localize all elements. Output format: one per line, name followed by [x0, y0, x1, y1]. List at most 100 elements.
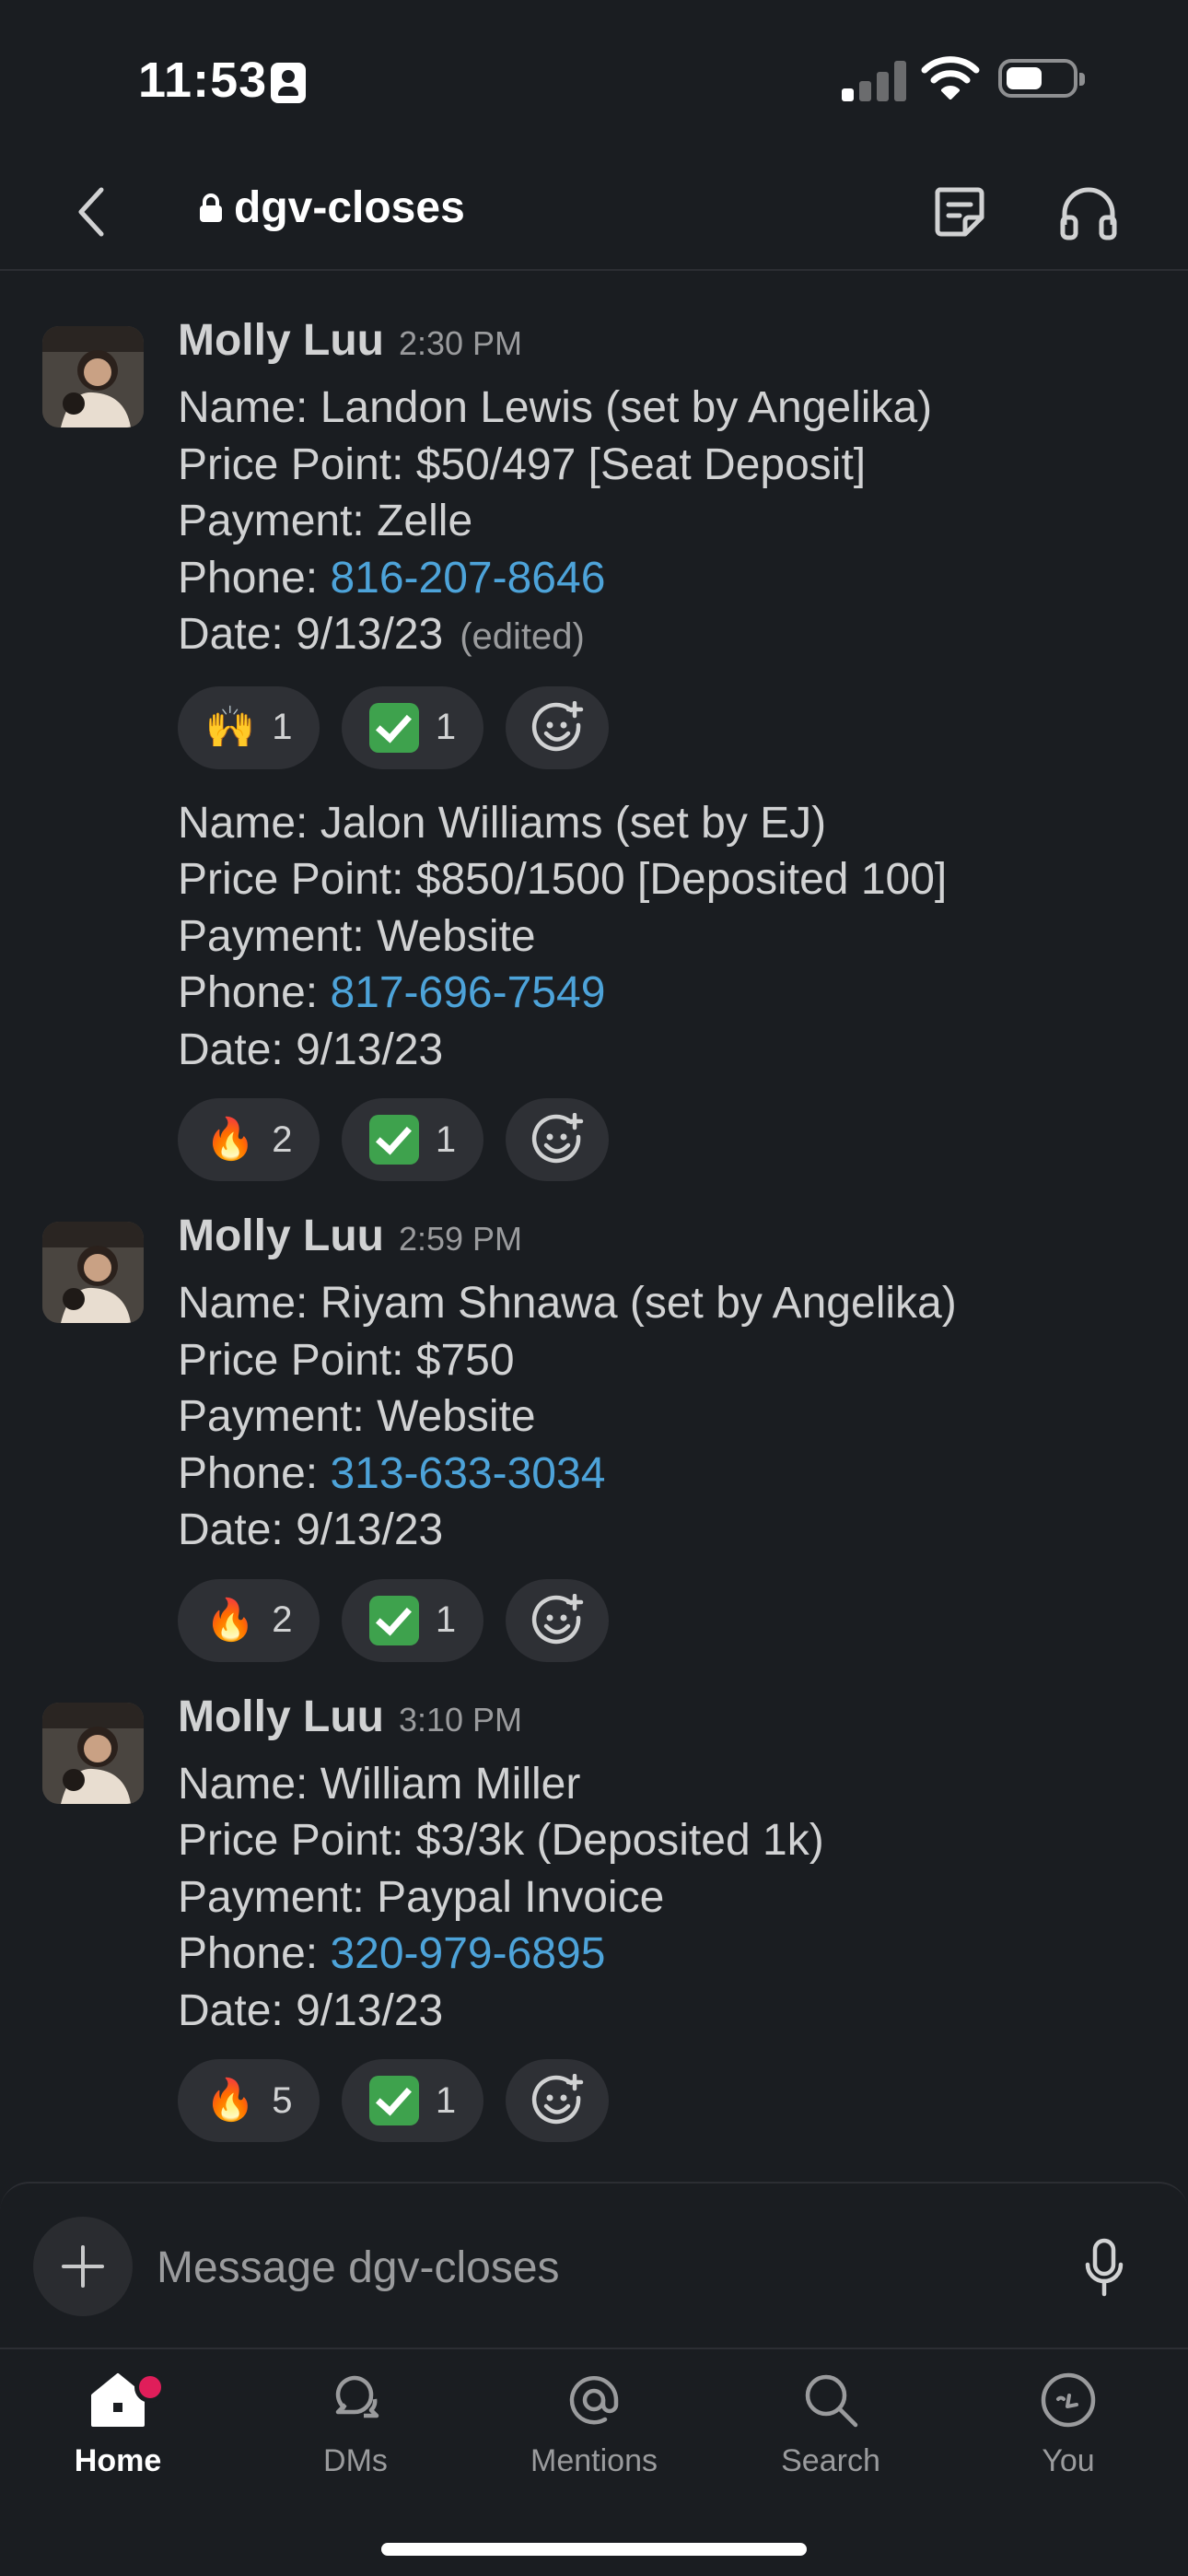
attach-plus-button[interactable] — [33, 2217, 133, 2316]
message-input[interactable] — [155, 2233, 1061, 2301]
tab-you[interactable]: You — [976, 2368, 1160, 2515]
phone-line: Phone: 313-633-3034 — [178, 1446, 1188, 1503]
back-chevron-icon[interactable] — [64, 177, 120, 247]
channel-header: dgv-closes — [0, 157, 1188, 271]
add-reaction-button[interactable] — [506, 1098, 609, 1181]
reaction-count: 1 — [272, 707, 293, 747]
message[interactable]: Molly Luu 3:10 PM Name: William Miller P… — [0, 1658, 1188, 2145]
headphones-icon[interactable] — [1054, 177, 1124, 247]
message-feed[interactable]: Molly Luu 2:30 PM Name: Landon Lewis (se… — [0, 282, 1188, 2144]
avatar[interactable] — [42, 1702, 144, 1804]
reaction-check[interactable]: 1 — [342, 685, 483, 769]
date-line: Date: 9/13/23 (edited) — [178, 606, 1188, 666]
lock-icon — [200, 193, 222, 222]
fire-icon: 🔥 — [204, 2077, 256, 2124]
channel-title[interactable]: dgv-closes — [199, 182, 465, 233]
reactions: 🔥 2 1 — [178, 1098, 1188, 1183]
dms-icon — [335, 2375, 379, 2418]
check-mark-icon — [368, 702, 419, 753]
canvas-icon[interactable] — [925, 177, 995, 247]
check-mark-icon — [368, 1115, 419, 1165]
raised-hands-icon: 🙌 — [204, 703, 256, 751]
check-mark-icon — [368, 1595, 419, 1645]
tab-mentions[interactable]: Mentions — [502, 2368, 686, 2515]
wifi-icon — [921, 56, 980, 100]
reaction-check[interactable]: 1 — [342, 1578, 483, 1662]
add-reaction-button[interactable] — [506, 2059, 609, 2142]
check-mark-icon — [368, 2076, 419, 2125]
add-reaction-button[interactable] — [506, 1578, 609, 1662]
message-line: Name: William Miller — [178, 1759, 581, 1809]
battery-icon — [998, 59, 1085, 98]
channel-name: dgv-closes — [234, 183, 465, 232]
message-line: Price Point: $750 — [178, 1335, 515, 1385]
reaction-count: 1 — [435, 1118, 457, 1160]
phone-link[interactable]: 816-207-8646 — [330, 554, 605, 603]
reaction-count: 1 — [435, 707, 457, 747]
reaction-fire[interactable]: 🔥 5 — [178, 2059, 320, 2142]
message[interactable]: Name: Jalon Williams (set by EJ) Price P… — [0, 771, 1188, 1184]
date-text: Date: 9/13/23 — [178, 610, 444, 659]
mentions-icon — [569, 2375, 619, 2425]
reactions: 🙌 1 1 — [178, 685, 1188, 771]
reactions: 🔥 5 1 — [178, 2059, 1188, 2144]
avatar[interactable] — [42, 326, 144, 427]
date-text: Date: 9/13/23 — [178, 1025, 444, 1074]
message-timestamp: 3:10 PM — [398, 1700, 523, 1739]
reaction-fire[interactable]: 🔥 2 — [178, 1578, 320, 1662]
reaction-count: 2 — [272, 1599, 293, 1640]
reaction-count: 1 — [435, 2079, 457, 2121]
reaction-raised-hands[interactable]: 🙌 1 — [178, 685, 320, 769]
fire-icon: 🔥 — [204, 1116, 256, 1163]
reaction-check[interactable]: 1 — [342, 2059, 483, 2142]
message[interactable]: Molly Luu 2:30 PM Name: Landon Lewis (se… — [0, 282, 1188, 771]
status-time: 11:53 — [138, 53, 268, 108]
tab-dms[interactable]: DMs — [263, 2368, 448, 2515]
add-reaction-button[interactable] — [506, 685, 609, 769]
add-emoji-icon — [531, 1113, 584, 1164]
tab-label: You — [1042, 2443, 1095, 2478]
reaction-check[interactable]: 1 — [342, 1098, 483, 1181]
bottom-tab-bar: Home DMs Mentions Search You — [0, 2348, 1188, 2576]
phone-link[interactable]: 817-696-7549 — [330, 968, 605, 1017]
message-author[interactable]: Molly Luu — [178, 1692, 384, 1742]
focus-badge-icon — [271, 63, 306, 103]
search-icon — [805, 2374, 858, 2428]
message-line: Payment: Paypal Invoice — [178, 1872, 665, 1922]
add-emoji-icon — [531, 700, 584, 751]
reaction-fire[interactable]: 🔥 2 — [178, 1098, 320, 1181]
date-text: Date: 9/13/23 — [178, 1985, 444, 2035]
tab-label: Mentions — [530, 2443, 658, 2478]
reaction-count: 5 — [272, 2079, 293, 2121]
status-bar: 11:53 — [0, 0, 1188, 157]
tab-search[interactable]: Search — [739, 2368, 923, 2515]
avatar[interactable] — [42, 1222, 144, 1323]
tab-label: DMs — [323, 2443, 388, 2478]
message-author[interactable]: Molly Luu — [178, 315, 384, 366]
add-emoji-icon — [531, 1593, 584, 1644]
home-indicator[interactable] — [381, 2543, 807, 2556]
tab-label: Search — [781, 2443, 880, 2478]
message-line: Name: Landon Lewis (set by Angelika) — [178, 383, 933, 432]
phone-label: Phone: — [178, 968, 331, 1017]
message-line: Price Point: $50/497 [Seat Deposit] — [178, 439, 867, 489]
message-author[interactable]: Molly Luu — [178, 1211, 384, 1261]
message-line: Payment: Website — [178, 1392, 536, 1441]
phone-line: Phone: 816-207-8646 — [178, 550, 1188, 607]
message-timestamp: 2:59 PM — [398, 1220, 523, 1258]
reaction-count: 2 — [272, 1118, 293, 1160]
message-line: Name: Riyam Shnawa (set by Angelika) — [178, 1279, 957, 1328]
phone-link[interactable]: 313-633-3034 — [330, 1449, 605, 1498]
phone-link[interactable]: 320-979-6895 — [330, 1929, 605, 1978]
message-line: Payment: Zelle — [178, 497, 473, 545]
message-composer — [0, 2182, 1188, 2349]
message[interactable]: Molly Luu 2:59 PM Name: Riyam Shnawa (se… — [0, 1177, 1188, 1664]
tab-home[interactable]: Home — [26, 2368, 210, 2515]
message-timestamp: 2:30 PM — [398, 324, 523, 362]
edited-label: (edited) — [460, 616, 585, 657]
phone-label: Phone: — [178, 1929, 331, 1978]
microphone-icon[interactable] — [1083, 2237, 1125, 2298]
reactions: 🔥 2 1 — [178, 1578, 1188, 1664]
phone-label: Phone: — [178, 553, 331, 603]
fire-icon: 🔥 — [204, 1596, 256, 1644]
